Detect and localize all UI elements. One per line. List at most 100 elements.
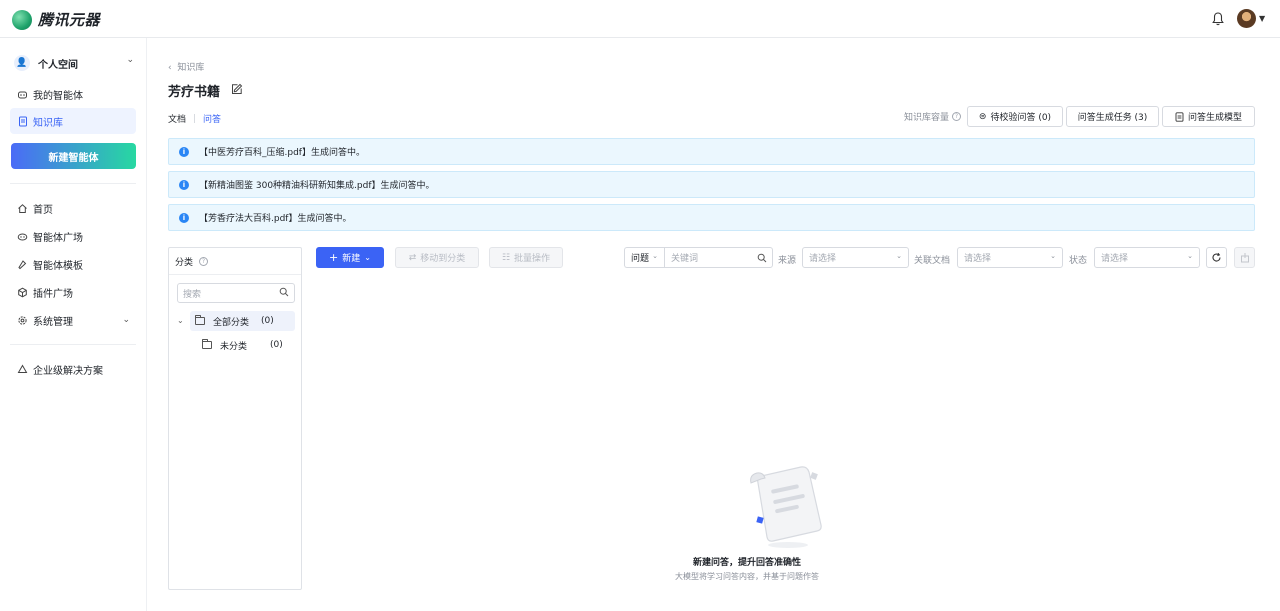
home-icon xyxy=(17,203,28,214)
category-title: 分类 xyxy=(175,257,194,268)
qa-tasks-button[interactable]: 问答生成任务 (3) xyxy=(1066,106,1159,127)
plaza-icon xyxy=(17,231,28,242)
sidebar-item-label: 智能体模板 xyxy=(33,260,83,272)
qa-model-button[interactable]: 问答生成模型 xyxy=(1162,106,1255,127)
export-icon xyxy=(1240,253,1249,263)
related-doc-select[interactable]: 请选择 ⌄ xyxy=(957,247,1063,268)
user-icon: 👤 xyxy=(14,55,30,71)
move-to-category-button[interactable]: ⇄ 移动到分类 xyxy=(395,247,479,268)
sidebar-item-enterprise-solutions[interactable]: 企业级解决方案 xyxy=(10,356,136,382)
sidebar-item-label: 首页 xyxy=(33,204,53,216)
tree-item-all[interactable]: 全部分类 (0) xyxy=(190,311,295,331)
sidebar-item-agent-templates[interactable]: 智能体模板 xyxy=(10,251,136,277)
info-icon: i xyxy=(179,146,189,157)
sidebar-item-label: 知识库 xyxy=(33,117,63,129)
chevron-down-icon: ⌄ xyxy=(652,252,658,260)
empty-illustration xyxy=(750,466,822,548)
breadcrumb[interactable]: ‹ 知识库 xyxy=(168,60,204,73)
sidebar-item-system-management[interactable]: 系统管理 ⌄ xyxy=(10,307,136,333)
related-doc-label: 关联文档 xyxy=(914,256,951,266)
alert-text: 【新精油图鉴 300种精油科研新知集成.pdf】生成问答中。 xyxy=(199,181,435,191)
category-header: 分类 ? xyxy=(169,248,301,275)
refresh-button[interactable] xyxy=(1206,247,1227,268)
space-switcher[interactable]: 👤 个人空间 ⌄ xyxy=(14,53,136,73)
page-title: 芳疗书籍 xyxy=(168,85,221,100)
keyword-placeholder: 关键词 xyxy=(671,254,699,264)
space-label: 个人空间 xyxy=(38,59,78,71)
source-label: 来源 xyxy=(778,256,797,266)
status-label: 状态 xyxy=(1069,256,1088,266)
source-select[interactable]: 请选择 ⌄ xyxy=(802,247,909,268)
chevron-down-icon: ⌄ xyxy=(896,252,902,260)
app-logo[interactable]: 腾讯元器 xyxy=(12,9,100,30)
keyword-input[interactable]: 关键词 xyxy=(664,247,773,268)
sidebar-item-home[interactable]: 首页 xyxy=(10,195,136,221)
search-icon[interactable] xyxy=(757,253,767,263)
template-icon xyxy=(17,259,28,270)
related-doc-placeholder: 请选择 xyxy=(964,254,992,264)
chevron-down-icon[interactable]: ▼ xyxy=(1259,14,1265,23)
chevron-down-icon[interactable]: ⌄ xyxy=(122,315,130,325)
sidebar-item-knowledge-base[interactable]: 知识库 xyxy=(10,108,136,134)
pending-qa-label: 待校验问答 (0) xyxy=(990,113,1052,123)
alert-banner: i 【中医芳疗百科_压缩.pdf】生成问答中。 xyxy=(168,138,1255,165)
sidebar-item-agent-plaza[interactable]: 智能体广场 xyxy=(10,223,136,249)
sidebar: 👤 个人空间 ⌄ 我的智能体 知识库 新建智能体 首页 智能体广场 智能体模板 xyxy=(0,38,147,611)
sidebar-item-label: 企业级解决方案 xyxy=(33,365,103,377)
refresh-icon xyxy=(1212,252,1221,262)
tree-item-uncategorized[interactable]: 未分类 (0) xyxy=(202,335,294,355)
document-icon xyxy=(1175,111,1184,122)
tree-item-label: 未分类 xyxy=(220,341,248,352)
sidebar-item-my-agents[interactable]: 我的智能体 xyxy=(10,81,136,107)
swap-icon: ⇄ xyxy=(408,252,417,263)
divider xyxy=(10,344,136,345)
capacity-info[interactable]: 知识库容量 ? xyxy=(904,110,962,123)
breadcrumb-link[interactable]: 知识库 xyxy=(177,63,204,73)
avatar[interactable] xyxy=(1237,9,1256,28)
app-name: 腾讯元器 xyxy=(38,11,101,29)
pending-qa-button[interactable]: ⊜ 待校验问答 (0) xyxy=(967,106,1063,127)
chevron-down-icon[interactable]: ⌄ xyxy=(126,55,134,65)
tab-bar: 文档 问答 xyxy=(168,112,221,125)
edit-icon[interactable] xyxy=(231,83,243,95)
top-bar: 腾讯元器 ▼ xyxy=(0,0,1280,38)
new-button[interactable]: + 新建 ⌄ xyxy=(316,247,384,268)
chevron-down-icon: ⌄ xyxy=(1187,252,1193,260)
batch-operation-button[interactable]: ☷ 批量操作 xyxy=(489,247,563,268)
move-label: 移动到分类 xyxy=(420,254,466,264)
folder-icon xyxy=(202,339,212,349)
empty-state-subtitle: 大模型将学习问答内容，并基于问题作答 xyxy=(675,572,819,581)
help-icon[interactable]: ? xyxy=(199,256,209,266)
sidebar-item-label: 我的智能体 xyxy=(33,90,83,102)
empty-state-title: 新建问答，提升回答准确性 xyxy=(692,558,801,568)
alert-text: 【芳香疗法大百科.pdf】生成问答中。 xyxy=(199,214,352,224)
category-search-input[interactable]: 搜索 xyxy=(177,283,295,303)
chevron-down-icon[interactable]: ⌄ xyxy=(177,316,184,325)
field-select[interactable]: 问题 ⌄ xyxy=(624,247,664,268)
list-icon: ☷ xyxy=(501,252,511,263)
divider xyxy=(10,183,136,184)
chevron-left-icon: ‹ xyxy=(168,63,172,73)
sidebar-item-plugin-plaza[interactable]: 插件广场 xyxy=(10,279,136,305)
plugin-icon xyxy=(17,287,28,298)
tree-item-count: (0) xyxy=(270,340,283,350)
search-placeholder: 搜索 xyxy=(183,289,202,300)
info-icon: i xyxy=(179,212,189,223)
tree-item-count: (0) xyxy=(261,316,274,326)
bell-icon[interactable] xyxy=(1212,12,1224,26)
search-icon[interactable] xyxy=(279,287,289,297)
sidebar-item-label: 系统管理 xyxy=(33,316,73,328)
status-select[interactable]: 请选择 ⌄ xyxy=(1094,247,1200,268)
source-placeholder: 请选择 xyxy=(809,254,837,264)
export-button[interactable] xyxy=(1234,247,1255,268)
capacity-label: 知识库容量 xyxy=(904,113,950,123)
info-icon: i xyxy=(179,179,189,190)
chevron-down-icon: ⌄ xyxy=(1050,252,1056,260)
help-icon[interactable]: ? xyxy=(952,112,962,121)
chevron-down-icon: ⌄ xyxy=(364,253,371,262)
alert-banner: i 【芳香疗法大百科.pdf】生成问答中。 xyxy=(168,204,1255,231)
new-agent-button[interactable]: 新建智能体 xyxy=(11,143,136,169)
folder-icon xyxy=(195,315,205,325)
tab-qa[interactable]: 问答 xyxy=(203,112,221,125)
tab-documents[interactable]: 文档 xyxy=(168,112,186,125)
